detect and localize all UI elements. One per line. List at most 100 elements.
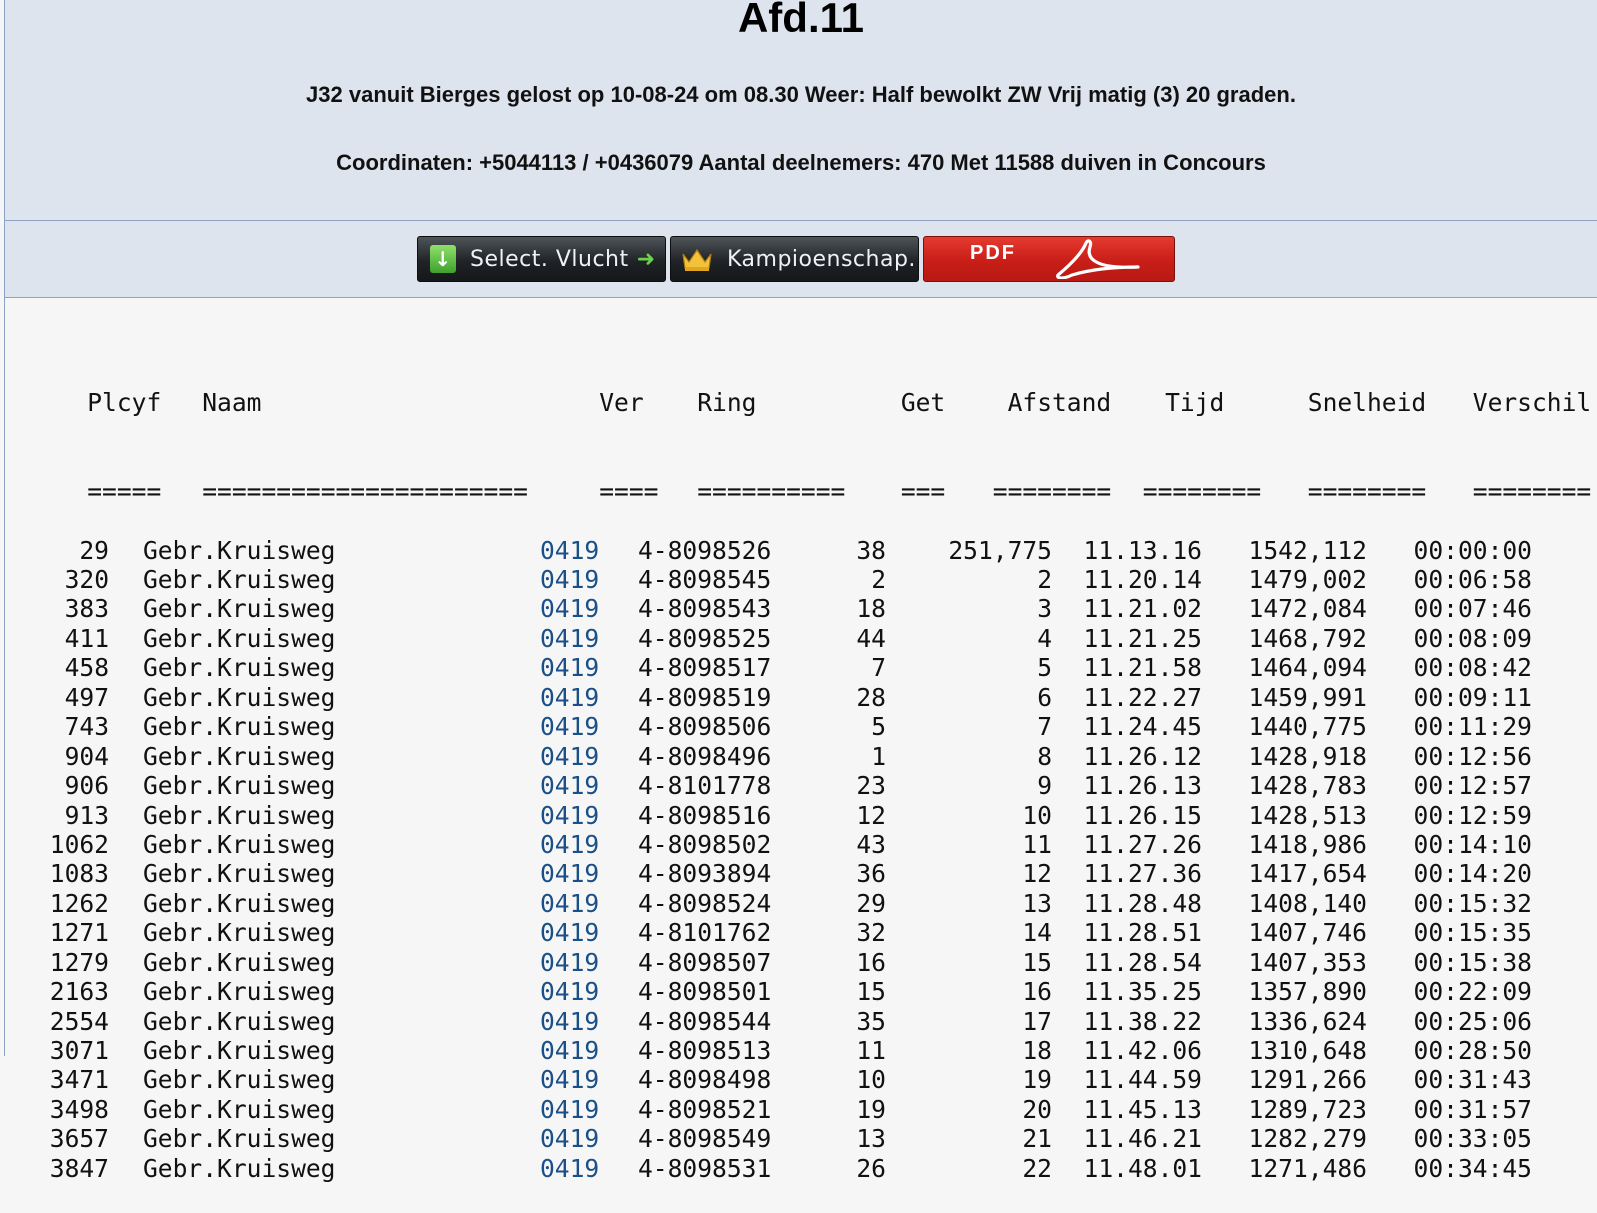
cell-tijd: 11.27.36 [1083,859,1202,889]
cell-ring: 4-8098517 [638,653,772,683]
page-title: Afd.11 [737,0,865,41]
cell-naam: Gebr.Kruisweg [143,1006,336,1036]
cell-ver-link[interactable]: 0419 [540,536,603,565]
crown-icon [682,248,712,271]
table-row: 1083 Gebr.Kruisweg 0419 4-8093894 36 12 11.27.… [28,859,1591,888]
cell-snelheid: 1428,783 [1248,771,1367,801]
table-row: 1271 Gebr.Kruisweg 0419 4-8101762 32 14 11.28.… [28,918,1591,947]
col-header-snelheid: Snelheid [1307,388,1427,418]
cell-ver-link[interactable]: 0419 [540,1154,603,1183]
cell-ver-link[interactable]: 0419 [540,918,603,947]
cell-ver-link[interactable]: 0419 [540,771,603,800]
cell-verschil: 00:22:09 [1413,977,1532,1007]
cell-snelheid: 1357,890 [1248,977,1367,1007]
cell-plcyf: 904 [64,741,109,771]
cell-verschil: 00:15:32 [1413,888,1532,918]
select-flight-button[interactable]: ↓ Select. Vlucht ➜ [417,236,666,282]
cell-plcyf: 3657 [49,1124,109,1154]
cell-plcyf: 383 [64,594,109,624]
table-row: 3847 Gebr.Kruisweg 0419 4-8098531 26 22 11.48.… [28,1154,1591,1183]
table-body: 29 Gebr.Kruisweg 0419 4-8098526 38 251,775 11.… [28,536,1591,1184]
cell-naam: Gebr.Kruisweg [143,653,336,683]
pdf-button[interactable]: PDF [923,236,1175,282]
col-header-verschil: Verschil [1472,388,1592,418]
cell-afstand: 18 [1022,1036,1052,1066]
cell-plcyf: 497 [64,682,109,712]
col-header-get: Get [900,388,946,418]
cell-ver-link[interactable]: 0419 [540,1124,603,1153]
cell-afstand: 10 [1022,800,1052,830]
cell-ring: 4-8101778 [638,771,772,801]
col-header-plcyf: Plcyf [87,388,162,418]
table-row: 2163 Gebr.Kruisweg 0419 4-8098501 15 16 11.35.… [28,977,1591,1006]
cell-tijd: 11.26.13 [1083,771,1202,801]
cell-ver-link[interactable]: 0419 [540,683,603,712]
cell-verschil: 00:28:50 [1413,1036,1532,1066]
cell-get: 18 [856,594,886,624]
cell-ver-link[interactable]: 0419 [540,653,603,682]
cell-ver-link[interactable]: 0419 [540,830,603,859]
underline-tijd: ======== [1142,476,1262,506]
cell-ver-link[interactable]: 0419 [540,1007,603,1036]
cell-get: 11 [856,1036,886,1066]
cell-tijd: 11.24.45 [1083,712,1202,742]
cell-ver-link[interactable]: 0419 [540,712,603,741]
underline-ring: ========== [697,476,846,506]
cell-ver-link[interactable]: 0419 [540,742,603,771]
underline-get: === [900,476,946,506]
cell-tijd: 11.26.12 [1083,741,1202,771]
cell-ver-link[interactable]: 0419 [540,624,603,653]
cell-plcyf: 29 [79,535,109,565]
cell-get: 26 [856,1153,886,1183]
cell-naam: Gebr.Kruisweg [143,1153,336,1183]
table-row: 320 Gebr.Kruisweg 0419 4-8098545 2 2 11.20.14 1… [28,565,1591,594]
cell-afstand: 2 [1037,565,1052,595]
cell-ver-link[interactable]: 0419 [540,977,603,1006]
cell-ver-link[interactable]: 0419 [540,859,603,888]
cell-ver-link[interactable]: 0419 [540,889,603,918]
download-icon: ↓ [430,245,456,273]
cell-naam: Gebr.Kruisweg [143,1065,336,1095]
cell-ring: 4-8098544 [638,1006,772,1036]
cell-verschil: 00:09:11 [1413,682,1532,712]
cell-verschil: 00:34:45 [1413,1153,1532,1183]
cell-ring: 4-8098519 [638,682,772,712]
cell-snelheid: 1282,279 [1248,1124,1367,1154]
cell-snelheid: 1472,084 [1248,594,1367,624]
cell-ring: 4-8098516 [638,800,772,830]
cell-ver-link[interactable]: 0419 [540,1095,603,1124]
table-header-row: Plcyf Naam Ver Ring Get Afstand Tijd Snelheid Ve… [28,359,1591,417]
select-flight-label: Select. Vlucht [470,246,629,272]
cell-get: 19 [856,1094,886,1124]
arrow-right-icon: ➜ [636,246,656,272]
cell-snelheid: 1459,991 [1248,682,1367,712]
cell-naam: Gebr.Kruisweg [143,888,336,918]
cell-snelheid: 1418,986 [1248,829,1367,859]
cell-afstand: 21 [1022,1124,1052,1154]
cell-tijd: 11.21.02 [1083,594,1202,624]
cell-get: 2 [871,565,886,595]
cell-ver-link[interactable]: 0419 [540,594,603,623]
cell-verschil: 00:31:57 [1413,1094,1532,1124]
cell-plcyf: 3071 [49,1036,109,1066]
cell-ver-link[interactable]: 0419 [540,1065,603,1094]
kampioenschap-button[interactable]: Kampioenschap. [670,236,919,282]
cell-ring: 4-8098501 [638,977,772,1007]
cell-get: 16 [856,947,886,977]
cell-snelheid: 1479,002 [1248,565,1367,595]
underline-plcyf: ===== [87,476,162,506]
cell-afstand: 8 [1037,741,1052,771]
cell-ver-link[interactable]: 0419 [540,948,603,977]
cell-plcyf: 743 [64,712,109,742]
cell-snelheid: 1407,353 [1248,947,1367,977]
cell-ver-link[interactable]: 0419 [540,1036,603,1065]
cell-tijd: 11.44.59 [1083,1065,1202,1095]
cell-verschil: 00:25:06 [1413,1006,1532,1036]
table-row: 497 Gebr.Kruisweg 0419 4-8098519 28 6 11.22.27… [28,683,1591,712]
cell-snelheid: 1428,918 [1248,741,1367,771]
cell-ver-link[interactable]: 0419 [540,801,603,830]
cell-naam: Gebr.Kruisweg [143,771,336,801]
cell-ver-link[interactable]: 0419 [540,565,603,594]
cell-snelheid: 1407,746 [1248,918,1367,948]
cell-plcyf: 458 [64,653,109,683]
